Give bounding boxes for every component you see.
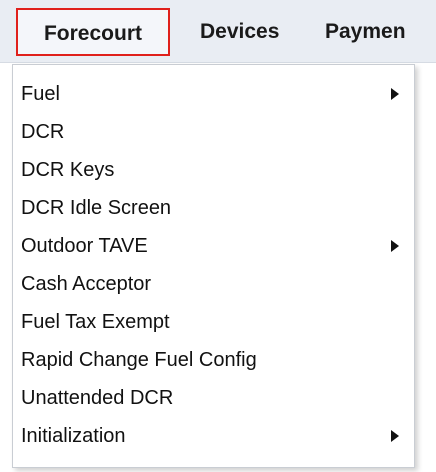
- tab-payments[interactable]: Paymen: [325, 8, 406, 56]
- menu-item-label: Fuel: [21, 83, 60, 105]
- menu-item-label: Outdoor TAVE: [21, 235, 148, 257]
- submenu-arrow-icon: [391, 88, 399, 100]
- menu-item-rapid-change-fuel-config[interactable]: Rapid Change Fuel Config: [21, 343, 407, 377]
- menu-item-label: Cash Acceptor: [21, 273, 152, 295]
- menu-item-label: DCR Idle Screen: [21, 197, 172, 219]
- menu-item-dcr-keys[interactable]: DCR Keys: [21, 153, 407, 187]
- menu-item-fuel[interactable]: Fuel: [21, 77, 407, 111]
- menu-item-initialization[interactable]: Initialization: [21, 419, 407, 453]
- tab-forecourt[interactable]: Forecourt: [16, 8, 170, 56]
- menu-item-dcr[interactable]: DCR: [21, 115, 407, 149]
- menu-item-label: Unattended DCR: [21, 387, 174, 409]
- submenu-arrow-icon: [391, 240, 399, 252]
- menu-item-label: DCR Keys: [21, 159, 115, 181]
- menu-item-unattended-dcr[interactable]: Unattended DCR: [21, 381, 407, 415]
- menu-item-dcr-idle-screen[interactable]: DCR Idle Screen: [21, 191, 407, 225]
- submenu-arrow-icon: [391, 430, 399, 442]
- forecourt-dropdown-menu: Fuel DCR DCR Keys DCR Idle Screen Outdoo…: [12, 64, 415, 468]
- menu-item-label: Rapid Change Fuel Config: [21, 349, 257, 371]
- menu-item-fuel-tax-exempt[interactable]: Fuel Tax Exempt: [21, 305, 407, 339]
- menu-item-label: DCR: [21, 121, 65, 143]
- menu-item-outdoor-tave[interactable]: Outdoor TAVE: [21, 229, 407, 263]
- tab-devices[interactable]: Devices: [200, 8, 279, 56]
- top-menu-bar: Forecourt Devices Paymen: [0, 0, 436, 63]
- menu-item-cash-acceptor[interactable]: Cash Acceptor: [21, 267, 407, 301]
- menu-item-label: Initialization: [21, 425, 126, 447]
- menu-item-label: Fuel Tax Exempt: [21, 311, 170, 333]
